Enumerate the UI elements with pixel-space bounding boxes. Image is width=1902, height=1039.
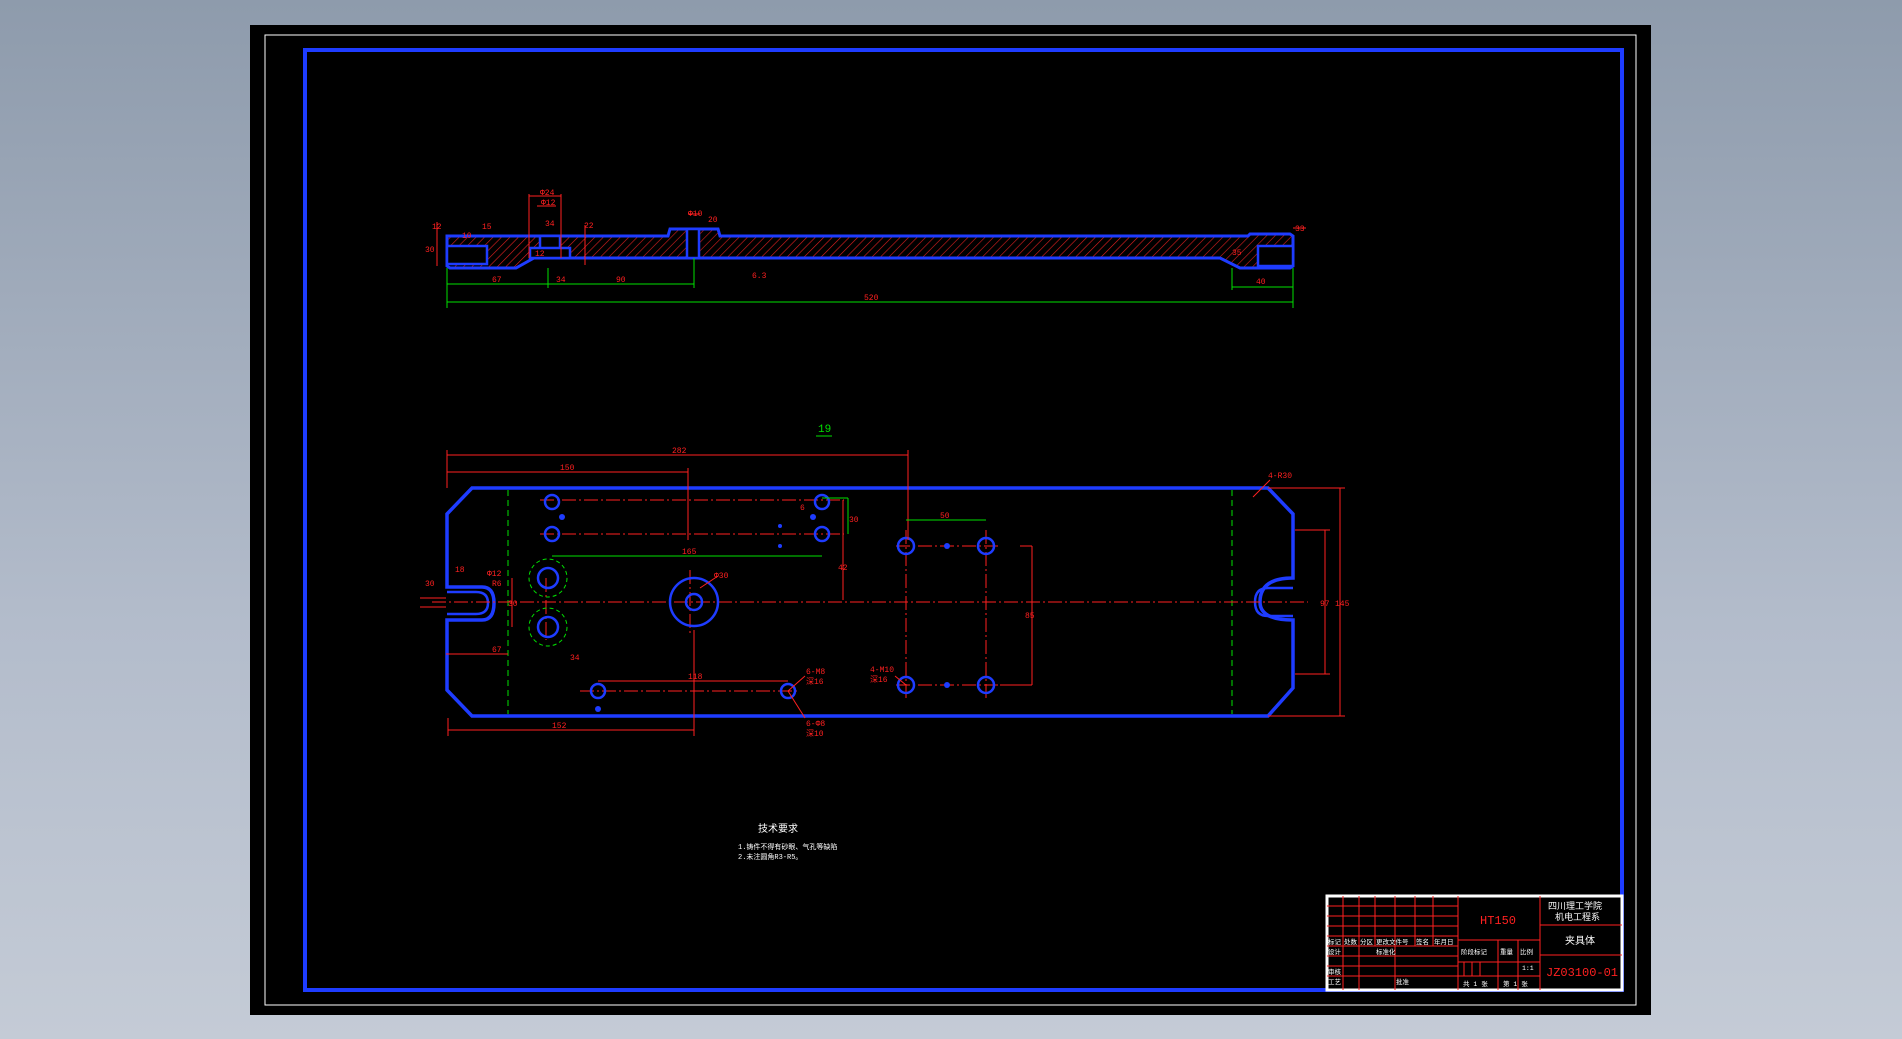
- section-dim-side-12: 12: [432, 223, 442, 232]
- section-dim-34: 34: [545, 220, 555, 229]
- tb-sheet-no: 第 1 张: [1503, 979, 1528, 988]
- section-dim-phi24: Φ24: [540, 189, 555, 198]
- plan-dim-67: 67: [492, 646, 502, 655]
- callout-phi30: Φ30: [714, 572, 729, 581]
- tb-role-design: 设计: [1328, 947, 1342, 956]
- plan-dim-phi12: Φ12: [487, 570, 502, 579]
- tb-scale-value: 1:1: [1522, 965, 1534, 972]
- section-dim-35: 35: [1232, 249, 1242, 258]
- section-dim-side-15: 15: [482, 223, 492, 232]
- section-dim-side-30: 30: [425, 246, 435, 255]
- tb-header-docno: 更改文件号: [1376, 937, 1409, 946]
- section-dim-90: 90: [616, 276, 626, 285]
- callout-6-m8: 6-M8: [806, 668, 825, 677]
- callout-depth16b: 深16: [806, 677, 824, 687]
- tb-header-zone: 分区: [1360, 937, 1374, 946]
- section-dim-20: 20: [708, 216, 718, 225]
- title-block: 标记 处数 分区 更改文件号 签名 年月日 设计 标准化 审核 工艺 批准 阶段…: [1325, 894, 1624, 992]
- notes-title: 技术要求: [758, 822, 798, 836]
- callout-4-m10: 4-M10: [870, 666, 894, 675]
- plan-dim-150: 150: [560, 464, 575, 473]
- tb-role-review: 审核: [1328, 967, 1342, 976]
- section-dim-phi10: Φ10: [688, 210, 703, 219]
- notes-line-1: 1.铸件不得有砂眼、气孔等缺陷: [738, 842, 837, 852]
- plan-dim-42: 42: [838, 564, 848, 573]
- plan-dim-165: 165: [682, 548, 697, 557]
- section-dim-side-12b: 12: [535, 250, 545, 259]
- callout-4-r30: 4-R30: [1268, 472, 1292, 481]
- plan-dim-30a: 30: [425, 580, 435, 589]
- plan-dim-282: 282: [672, 447, 687, 456]
- section-dim-22: 22: [584, 222, 594, 231]
- tb-weight-label: 重量: [1500, 948, 1514, 956]
- section-dim-34b: 34: [556, 276, 566, 285]
- tb-school: 四川理工学院: [1548, 900, 1602, 912]
- plan-dim-18: 18: [455, 566, 465, 575]
- section-dim-33: 33: [1295, 225, 1305, 234]
- plan-dim-34: 34: [570, 654, 580, 663]
- section-dim-phi12: Φ12: [541, 199, 556, 208]
- plan-dim-118: 118: [688, 673, 703, 682]
- tb-sheet-total: 共 1 张: [1463, 979, 1488, 988]
- tb-header-sign: 签名: [1416, 937, 1429, 946]
- tb-role-process: 工艺: [1328, 978, 1342, 986]
- datum-label: 19: [818, 424, 831, 436]
- tb-stage-label: 阶段标记: [1461, 947, 1488, 956]
- roughness-symbol: 6.3: [752, 272, 767, 281]
- tb-header-count: 处数: [1344, 937, 1358, 946]
- section-dim-40: 40: [1256, 278, 1266, 287]
- plan-dim-30b: 30: [508, 600, 518, 609]
- plan-dim-50: 50: [940, 512, 950, 521]
- tb-header-mark: 标记: [1328, 937, 1342, 946]
- tb-role-approve: 批准: [1396, 977, 1410, 986]
- callout-6-phi8: 6-Φ8: [806, 720, 825, 729]
- section-dim-67: 67: [492, 276, 502, 285]
- notes-line-2: 2.未注圆角R3-R5。: [738, 852, 802, 862]
- plan-dim-145: 145: [1335, 600, 1350, 609]
- callout-depth10: 深10: [806, 729, 824, 739]
- section-dim-520: 520: [864, 294, 879, 303]
- cad-viewport[interactable]: Φ24 Φ12 Φ10 20 34 22 33 35 30 12 10 15 1…: [0, 0, 1902, 1039]
- plan-dim-85: 85: [1025, 612, 1035, 621]
- plan-dim-152: 152: [552, 722, 567, 731]
- callout-depth16a: 深16: [870, 675, 888, 685]
- tb-material: HT150: [1480, 914, 1516, 928]
- plan-dim-30-top: 30: [849, 516, 859, 525]
- section-dim-side-10: 10: [462, 232, 472, 241]
- tb-part-name: 夹具体: [1565, 934, 1595, 948]
- plan-dim-6: 6: [800, 504, 805, 513]
- tb-role-standard: 标准化: [1376, 947, 1396, 956]
- tb-drawing-no: JZ03100-01: [1546, 966, 1618, 980]
- tb-department: 机电工程系: [1555, 911, 1600, 923]
- tb-header-date: 年月日: [1434, 937, 1454, 946]
- plan-dim-97: 97: [1320, 600, 1330, 609]
- plan-dim-r6: R6: [492, 580, 502, 589]
- tb-scale-label: 比例: [1520, 947, 1533, 956]
